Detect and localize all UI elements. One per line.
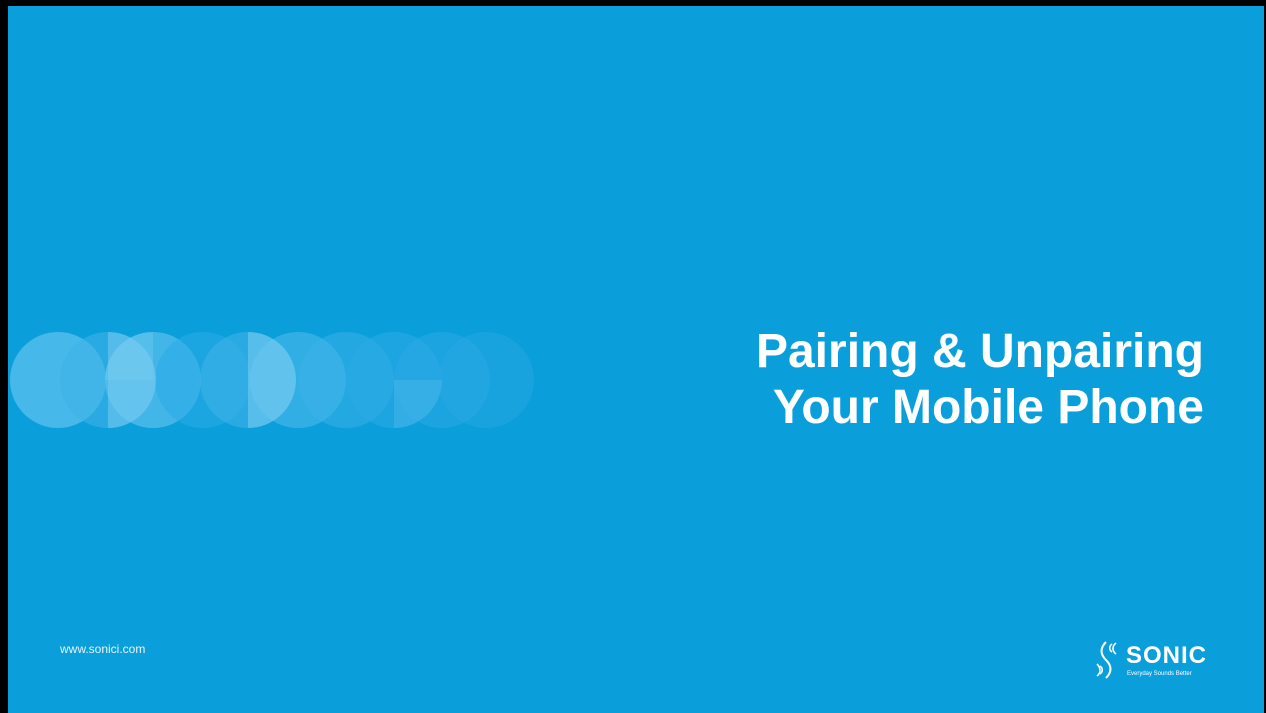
- decor-circle: [438, 332, 534, 428]
- slide-title: Pairing & Unpairing Your Mobile Phone: [584, 324, 1204, 436]
- sound-waves-icon: [1096, 641, 1117, 679]
- logo-tagline: Everyday Sounds Better: [1127, 671, 1192, 677]
- logo-name: SONIC: [1126, 642, 1208, 669]
- slide-title-line-2: Your Mobile Phone: [772, 381, 1204, 434]
- website-url: www.sonici.com: [60, 642, 146, 656]
- circle-pattern-decoration: [10, 332, 534, 428]
- slide-title-line-1: Pairing & Unpairing: [755, 325, 1204, 378]
- title-slide: Pairing & Unpairing Your Mobile Phone ww…: [8, 6, 1264, 713]
- page-frame: Pairing & Unpairing Your Mobile Phone ww…: [0, 0, 1266, 713]
- sonic-logo: SONIC Everyday Sounds Better: [1096, 638, 1226, 682]
